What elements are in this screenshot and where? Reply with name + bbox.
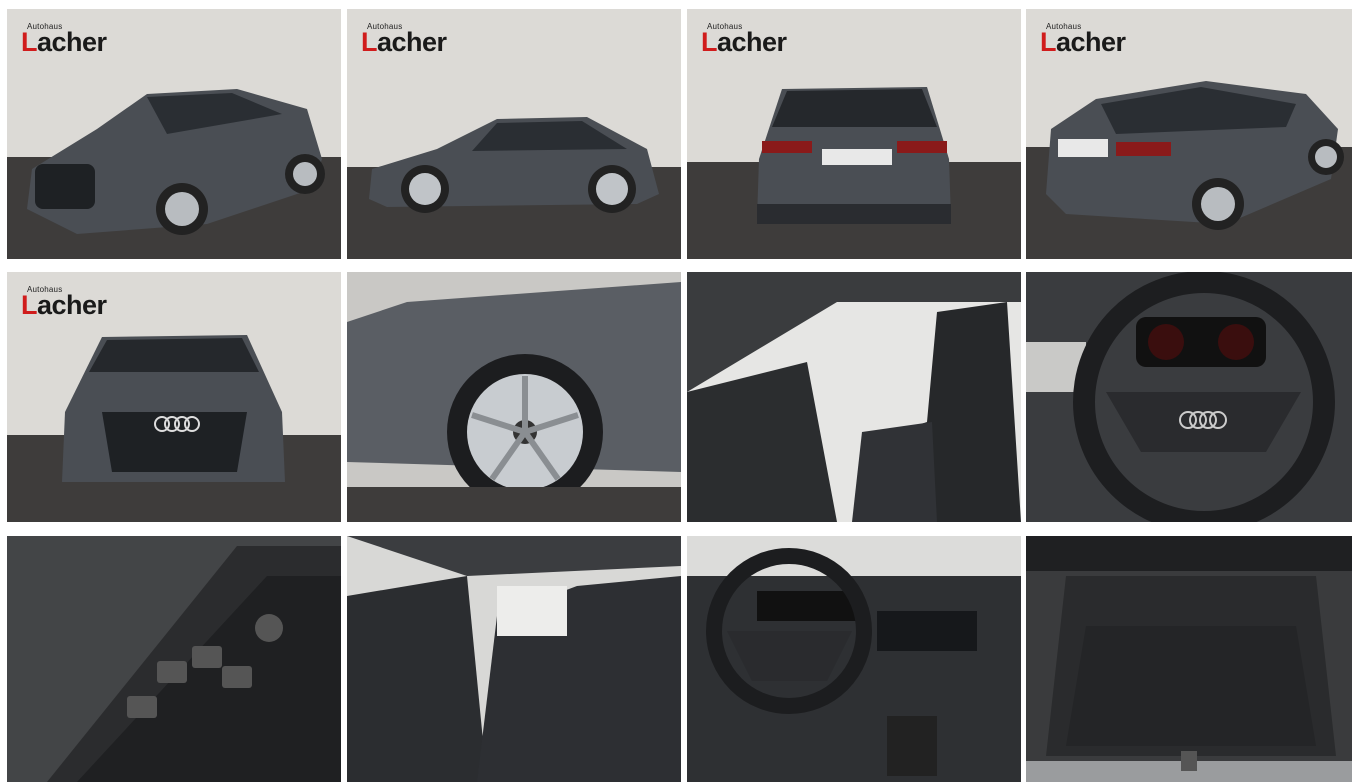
photo-front-left-exterior[interactable]: Autohaus Lacher	[7, 9, 341, 259]
photo-door-controls[interactable]	[7, 536, 341, 782]
trunk-illustration	[1026, 536, 1352, 782]
photo-side-exterior[interactable]: Autohaus Lacher	[347, 9, 681, 259]
dealer-logo: Autohaus Lacher	[21, 22, 107, 57]
photo-rear-right-exterior[interactable]: Autohaus Lacher	[1026, 9, 1352, 259]
dealer-logo: Autohaus Lacher	[21, 285, 107, 320]
photo-trunk[interactable]	[1026, 536, 1352, 782]
door-controls-illustration	[7, 536, 341, 782]
steering-wheel-illustration	[1026, 272, 1352, 522]
photo-dashboard[interactable]	[687, 536, 1021, 782]
photo-rear-seats[interactable]	[347, 536, 681, 782]
photo-rear-exterior[interactable]: Autohaus Lacher	[687, 9, 1021, 259]
dealer-logo: Autohaus Lacher	[1040, 22, 1126, 57]
front-seats-illustration	[687, 272, 1021, 522]
dashboard-illustration	[687, 536, 1021, 782]
rear-seats-illustration	[347, 536, 681, 782]
photo-steering-wheel[interactable]	[1026, 272, 1352, 522]
photo-wheel-closeup[interactable]	[347, 272, 681, 522]
wheel-illustration	[347, 272, 681, 522]
dealer-logo: Autohaus Lacher	[361, 22, 447, 57]
photo-front-seats-interior[interactable]	[687, 272, 1021, 522]
photo-front-exterior[interactable]: Autohaus Lacher	[7, 272, 341, 522]
dealer-logo: Autohaus Lacher	[701, 22, 787, 57]
photo-gallery-grid: Autohaus Lacher Autohaus Lacher Autohaus La…	[0, 0, 1352, 782]
